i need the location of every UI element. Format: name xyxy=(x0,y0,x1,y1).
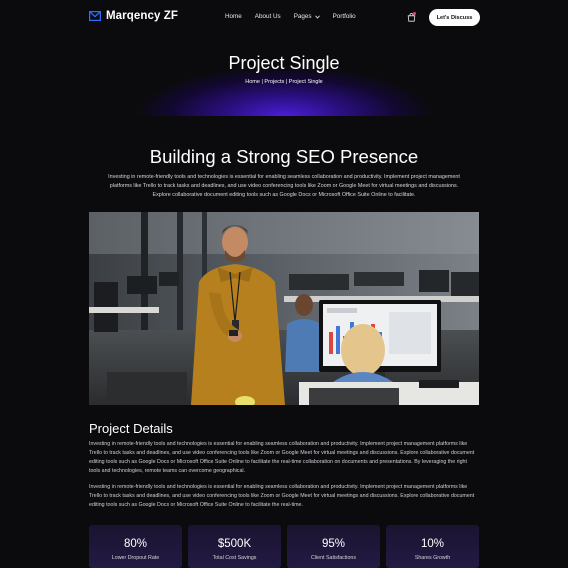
nav-item-about-us[interactable]: About Us xyxy=(255,13,281,20)
stat-label: Client Satisfactions xyxy=(310,555,357,561)
chevron-down-icon xyxy=(314,15,320,19)
stat-value: $500K xyxy=(217,538,252,550)
nav-item-home[interactable]: Home xyxy=(225,13,242,20)
cart-button[interactable] xyxy=(407,12,417,23)
breadcrumb: Home | Projects | Project Single xyxy=(0,79,568,85)
stat-value: 80% xyxy=(123,538,148,550)
site-header: Marqency ZF Home About Us Pages Portfoli… xyxy=(0,0,568,36)
stat-label: Shares Growth xyxy=(414,555,451,561)
breadcrumb-home[interactable]: Home xyxy=(245,79,260,85)
stat-card: 10% Shares Growth xyxy=(386,525,479,568)
project-details-heading: Project Details xyxy=(89,421,173,436)
nav-item-label: Home xyxy=(225,13,242,20)
stat-label: Lower Dropout Rate xyxy=(111,555,160,561)
nav-item-label: Portfolio xyxy=(332,13,356,20)
nav-item-portfolio[interactable]: Portfolio xyxy=(333,13,356,20)
intro-text: Investing in remote-friendly tools and t… xyxy=(108,174,460,198)
breadcrumb-current: Project Single xyxy=(288,79,323,85)
envelope-logo-icon xyxy=(89,11,101,21)
stat-card: $500K Total Cost Savings xyxy=(188,525,281,568)
office-scene-illustration xyxy=(89,212,479,405)
project-details-paragraph-2: Investing in remote-friendly tools and t… xyxy=(89,484,475,508)
project-image xyxy=(89,212,479,405)
page-hero: Project Single Home | Projects | Project… xyxy=(0,36,568,116)
cart-indicator-dot xyxy=(413,12,416,15)
project-details-paragraph-1: Investing in remote-friendly tools and t… xyxy=(89,441,475,474)
stat-label: Total Cost Savings xyxy=(212,555,257,561)
section-heading: Building a Strong SEO Presence xyxy=(149,146,419,167)
nav-item-pages[interactable]: Pages xyxy=(294,13,320,20)
brand-logo[interactable]: Marqency ZF xyxy=(89,10,178,22)
nav-item-label: About Us xyxy=(254,13,281,20)
nav-item-label: Pages xyxy=(293,13,312,20)
stat-card: 95% Client Satisfactions xyxy=(287,525,380,568)
stat-value: 95% xyxy=(321,538,346,550)
brand-name: Marqency ZF xyxy=(106,10,179,22)
main-nav: Home About Us Pages Portfolio xyxy=(225,13,356,20)
stat-value: 10% xyxy=(420,538,445,550)
page-title: Project Single xyxy=(228,53,340,73)
breadcrumb-projects[interactable]: Projects xyxy=(264,79,284,85)
lets-discuss-button[interactable]: Let's Discuss xyxy=(429,9,480,26)
stat-card: 80% Lower Dropout Rate xyxy=(89,525,182,568)
